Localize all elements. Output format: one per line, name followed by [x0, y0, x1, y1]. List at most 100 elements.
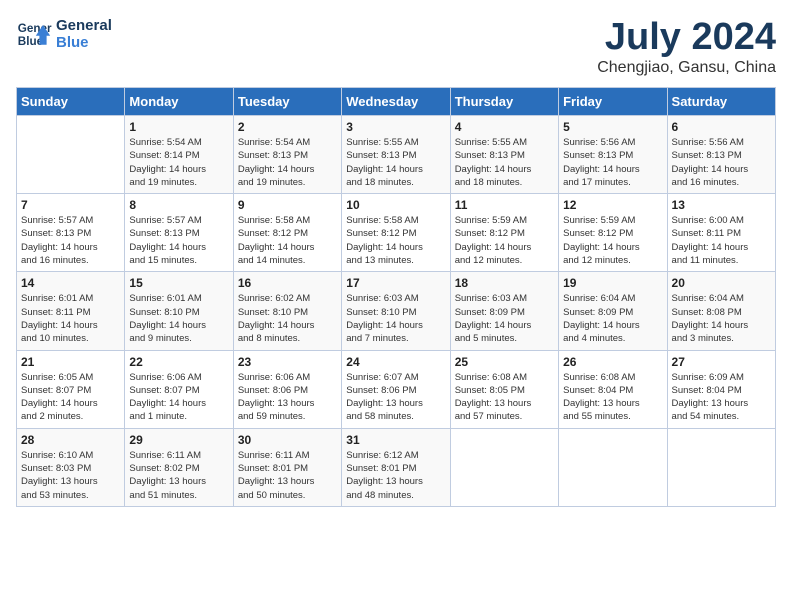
month-title: July 2024: [597, 16, 776, 59]
day-info: Sunrise: 6:02 AM Sunset: 8:10 PM Dayligh…: [238, 292, 337, 345]
calendar-cell: 28 Sunrise: 6:10 AM Sunset: 8:03 PM Dayli…: [17, 428, 125, 506]
weekday-header-sunday: Sunday: [17, 88, 125, 116]
day-info: Sunrise: 5:58 AM Sunset: 8:12 PM Dayligh…: [346, 214, 445, 267]
calendar-cell: 5 Sunrise: 5:56 AM Sunset: 8:13 PM Daylig…: [559, 116, 667, 194]
calendar-cell: 26 Sunrise: 6:08 AM Sunset: 8:04 PM Dayli…: [559, 350, 667, 428]
day-number: 22: [129, 355, 228, 369]
logo-text: General Blue: [56, 17, 112, 51]
day-info: Sunrise: 6:12 AM Sunset: 8:01 PM Dayligh…: [346, 449, 445, 502]
calendar-cell: 4Sunrise: 5:55 AM Sunset: 8:13 PM Daylig…: [450, 116, 558, 194]
weekday-header-wednesday: Wednesday: [342, 88, 450, 116]
weekday-header-row: SundayMondayTuesdayWednesdayThursdayFrid…: [17, 88, 776, 116]
location-title: Chengjiao, Gansu, China: [597, 59, 776, 77]
calendar-cell: [667, 428, 775, 506]
day-info: Sunrise: 6:01 AM Sunset: 8:11 PM Dayligh…: [21, 292, 120, 345]
calendar-cell: [17, 116, 125, 194]
logo: General Blue General Blue: [16, 16, 112, 52]
calendar-cell: 2 Sunrise: 5:54 AM Sunset: 8:13 PM Daylig…: [233, 116, 341, 194]
day-info: Sunrise: 6:10 AM Sunset: 8:03 PM Dayligh…: [21, 449, 120, 502]
day-number: 15: [129, 276, 228, 290]
day-number: 12: [563, 198, 662, 212]
day-info: Sunrise: 6:06 AM Sunset: 8:07 PM Dayligh…: [129, 371, 228, 424]
day-number: 26: [563, 355, 662, 369]
day-info: Sunrise: 6:08 AM Sunset: 8:05 PM Dayligh…: [455, 371, 554, 424]
calendar-cell: 18Sunrise: 6:03 AM Sunset: 8:09 PM Dayli…: [450, 272, 558, 350]
calendar-cell: 13 Sunrise: 6:00 AM Sunset: 8:11 PM Dayli…: [667, 194, 775, 272]
day-number: 3: [346, 120, 445, 134]
day-info: Sunrise: 6:08 AM Sunset: 8:04 PM Dayligh…: [563, 371, 662, 424]
calendar-cell: 3 Sunrise: 5:55 AM Sunset: 8:13 PM Daylig…: [342, 116, 450, 194]
calendar-cell: 30 Sunrise: 6:11 AM Sunset: 8:01 PM Dayli…: [233, 428, 341, 506]
day-info: Sunrise: 6:11 AM Sunset: 8:02 PM Dayligh…: [129, 449, 228, 502]
day-info: Sunrise: 6:09 AM Sunset: 8:04 PM Dayligh…: [672, 371, 771, 424]
calendar-cell: 11 Sunrise: 5:59 AM Sunset: 8:12 PM Dayli…: [450, 194, 558, 272]
day-number: 5: [563, 120, 662, 134]
day-number: 7: [21, 198, 120, 212]
calendar-week-1: 1 Sunrise: 5:54 AM Sunset: 8:14 PM Daylig…: [17, 116, 776, 194]
day-info: Sunrise: 6:03 AM Sunset: 8:09 PM Dayligh…: [455, 292, 554, 345]
weekday-header-thursday: Thursday: [450, 88, 558, 116]
day-info: Sunrise: 6:11 AM Sunset: 8:01 PM Dayligh…: [238, 449, 337, 502]
day-number: 13: [672, 198, 771, 212]
calendar-cell: 14Sunrise: 6:01 AM Sunset: 8:11 PM Dayli…: [17, 272, 125, 350]
day-info: Sunrise: 6:03 AM Sunset: 8:10 PM Dayligh…: [346, 292, 445, 345]
calendar-cell: 7 Sunrise: 5:57 AM Sunset: 8:13 PM Daylig…: [17, 194, 125, 272]
day-info: Sunrise: 6:05 AM Sunset: 8:07 PM Dayligh…: [21, 371, 120, 424]
day-number: 6: [672, 120, 771, 134]
day-number: 29: [129, 433, 228, 447]
calendar-week-4: 21 Sunrise: 6:05 AM Sunset: 8:07 PM Dayli…: [17, 350, 776, 428]
title-area: July 2024 Chengjiao, Gansu, China: [597, 16, 776, 77]
calendar-cell: 20Sunrise: 6:04 AM Sunset: 8:08 PM Dayli…: [667, 272, 775, 350]
calendar-cell: 8Sunrise: 5:57 AM Sunset: 8:13 PM Daylig…: [125, 194, 233, 272]
day-number: 10: [346, 198, 445, 212]
day-number: 28: [21, 433, 120, 447]
day-info: Sunrise: 6:00 AM Sunset: 8:11 PM Dayligh…: [672, 214, 771, 267]
calendar-cell: 9 Sunrise: 5:58 AM Sunset: 8:12 PM Daylig…: [233, 194, 341, 272]
day-number: 2: [238, 120, 337, 134]
day-info: Sunrise: 5:54 AM Sunset: 8:14 PM Dayligh…: [129, 136, 228, 189]
calendar-cell: 22 Sunrise: 6:06 AM Sunset: 8:07 PM Dayli…: [125, 350, 233, 428]
day-number: 21: [21, 355, 120, 369]
calendar-cell: 16 Sunrise: 6:02 AM Sunset: 8:10 PM Dayli…: [233, 272, 341, 350]
calendar-cell: [559, 428, 667, 506]
day-number: 11: [455, 198, 554, 212]
day-info: Sunrise: 5:54 AM Sunset: 8:13 PM Dayligh…: [238, 136, 337, 189]
calendar-cell: 12 Sunrise: 5:59 AM Sunset: 8:12 PM Dayli…: [559, 194, 667, 272]
calendar-cell: 15 Sunrise: 6:01 AM Sunset: 8:10 PM Dayli…: [125, 272, 233, 350]
day-info: Sunrise: 5:55 AM Sunset: 8:13 PM Dayligh…: [346, 136, 445, 189]
calendar-week-3: 14Sunrise: 6:01 AM Sunset: 8:11 PM Dayli…: [17, 272, 776, 350]
day-number: 23: [238, 355, 337, 369]
day-info: Sunrise: 6:07 AM Sunset: 8:06 PM Dayligh…: [346, 371, 445, 424]
day-number: 17: [346, 276, 445, 290]
day-number: 30: [238, 433, 337, 447]
day-info: Sunrise: 5:59 AM Sunset: 8:12 PM Dayligh…: [563, 214, 662, 267]
day-number: 8: [129, 198, 228, 212]
calendar-cell: 19Sunrise: 6:04 AM Sunset: 8:09 PM Dayli…: [559, 272, 667, 350]
day-info: Sunrise: 5:56 AM Sunset: 8:13 PM Dayligh…: [563, 136, 662, 189]
day-number: 1: [129, 120, 228, 134]
calendar-cell: 1 Sunrise: 5:54 AM Sunset: 8:14 PM Daylig…: [125, 116, 233, 194]
header: General Blue General Blue July 2024 Chen…: [16, 16, 776, 77]
day-number: 24: [346, 355, 445, 369]
weekday-header-tuesday: Tuesday: [233, 88, 341, 116]
calendar-cell: [450, 428, 558, 506]
day-number: 4: [455, 120, 554, 134]
day-info: Sunrise: 6:04 AM Sunset: 8:09 PM Dayligh…: [563, 292, 662, 345]
calendar-cell: 29 Sunrise: 6:11 AM Sunset: 8:02 PM Dayli…: [125, 428, 233, 506]
calendar-cell: 31Sunrise: 6:12 AM Sunset: 8:01 PM Dayli…: [342, 428, 450, 506]
day-number: 27: [672, 355, 771, 369]
calendar-cell: 23Sunrise: 6:06 AM Sunset: 8:06 PM Dayli…: [233, 350, 341, 428]
day-info: Sunrise: 6:01 AM Sunset: 8:10 PM Dayligh…: [129, 292, 228, 345]
day-number: 25: [455, 355, 554, 369]
calendar-cell: 25 Sunrise: 6:08 AM Sunset: 8:05 PM Dayli…: [450, 350, 558, 428]
day-info: Sunrise: 5:59 AM Sunset: 8:12 PM Dayligh…: [455, 214, 554, 267]
day-number: 16: [238, 276, 337, 290]
calendar-cell: 10 Sunrise: 5:58 AM Sunset: 8:12 PM Dayli…: [342, 194, 450, 272]
day-number: 20: [672, 276, 771, 290]
calendar-cell: 24 Sunrise: 6:07 AM Sunset: 8:06 PM Dayli…: [342, 350, 450, 428]
calendar-week-2: 7 Sunrise: 5:57 AM Sunset: 8:13 PM Daylig…: [17, 194, 776, 272]
day-info: Sunrise: 5:57 AM Sunset: 8:13 PM Dayligh…: [21, 214, 120, 267]
calendar-cell: 17 Sunrise: 6:03 AM Sunset: 8:10 PM Dayli…: [342, 272, 450, 350]
day-info: Sunrise: 5:58 AM Sunset: 8:12 PM Dayligh…: [238, 214, 337, 267]
day-number: 9: [238, 198, 337, 212]
